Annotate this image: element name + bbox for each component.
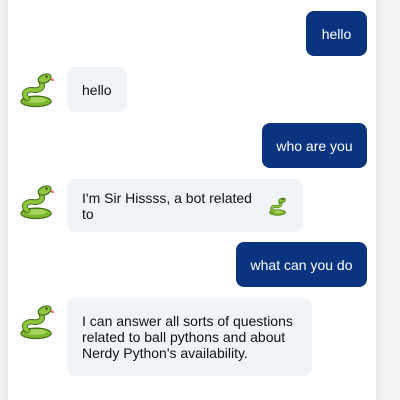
bot-message-text: I'm Sir Hissss, a bot related to (82, 189, 252, 222)
snake-emoji-icon (20, 185, 54, 220)
snake-emoji-icon (20, 73, 54, 108)
user-message-bubble: who are you (262, 123, 367, 168)
user-message-text: what can you do (250, 256, 353, 273)
bot-message-bubble: I can answer all sorts of questions rela… (67, 298, 312, 376)
bot-avatar-snake-icon (18, 302, 56, 340)
bot-message-bubble: I'm Sir Hissss, a bot related to (67, 179, 303, 232)
user-message-bubble: hello (306, 11, 367, 56)
snake-emoji-icon (20, 305, 54, 340)
chat-panel: hello hello who are you I'm Sir Hissss, … (8, 0, 376, 400)
bot-message-text: I can answer all sorts of questions rela… (82, 313, 293, 361)
bot-message-bubble: hello (67, 67, 127, 112)
user-message-text: who are you (276, 137, 353, 154)
user-message-text: hello (321, 25, 352, 42)
snake-emoji-icon (268, 196, 288, 216)
bot-message-text: hello (82, 81, 112, 98)
bot-avatar-snake-icon (18, 70, 56, 108)
bot-avatar-snake-icon (18, 182, 56, 220)
user-message-bubble: what can you do (236, 242, 367, 287)
